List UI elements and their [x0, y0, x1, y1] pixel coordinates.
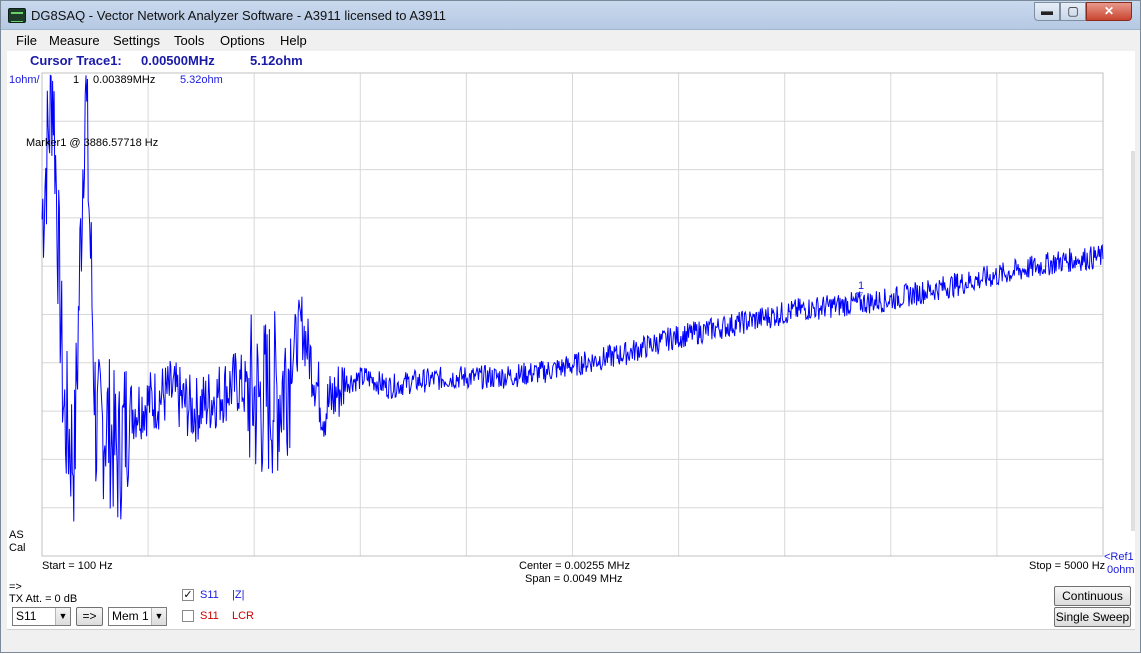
trace1-format[interactable]: |Z| [232, 589, 244, 601]
chart-grid [41, 72, 1104, 557]
continuous-button[interactable]: Continuous [1054, 586, 1131, 606]
tx-arrow: => [9, 581, 22, 593]
trace1-checkbox[interactable]: ✓ [182, 589, 194, 601]
marker-number-label: 1 [73, 74, 80, 86]
chevron-down-icon[interactable]: ▼ [151, 608, 166, 625]
parameter-select-value: S11 [16, 609, 37, 623]
memory-select[interactable]: Mem 1 ▼ [108, 607, 167, 626]
parameter-select[interactable]: S11 ▼ [12, 607, 71, 626]
trace2-checkbox[interactable] [182, 610, 194, 622]
scale-label: 1ohm/ [9, 74, 40, 86]
marker-frequency-label: 0.00389MHz [93, 74, 156, 86]
tx-attenuation: TX Att. = 0 dB [9, 593, 78, 605]
memory-select-value: Mem 1 [112, 609, 149, 623]
start-label: Start = 100 Hz [42, 560, 113, 572]
marker-triangle-icon: ▽ [856, 290, 863, 300]
single-sweep-button[interactable]: Single Sweep [1054, 607, 1131, 627]
span-label: Span = 0.0049 MHz [525, 573, 623, 585]
status-bar [7, 629, 1135, 647]
cal-label: Cal [9, 542, 26, 554]
center-label: Center = 0.00255 MHz [519, 560, 630, 572]
vertical-scrollbar[interactable] [1131, 151, 1135, 531]
impedance-chart[interactable] [1, 1, 1141, 654]
trace1-name: S11 [200, 589, 219, 601]
trace2-format[interactable]: LCR [232, 610, 254, 622]
marker-note: Marker1 @ 3886.57718 Hz [26, 137, 159, 149]
stop-label: Stop = 5000 Hz [1029, 560, 1106, 572]
marker-value-label: 5.32ohm [180, 74, 223, 86]
as-label: AS [9, 529, 24, 541]
ref-label: <Ref1 [1104, 551, 1134, 563]
trace2-name: S11 [200, 610, 219, 622]
chevron-down-icon[interactable]: ▼ [55, 608, 70, 625]
app-window: DG8SAQ - Vector Network Analyzer Softwar… [0, 0, 1141, 653]
ref-value-label: 0ohm [1107, 564, 1135, 576]
copy-to-memory-button[interactable]: => [76, 607, 103, 626]
